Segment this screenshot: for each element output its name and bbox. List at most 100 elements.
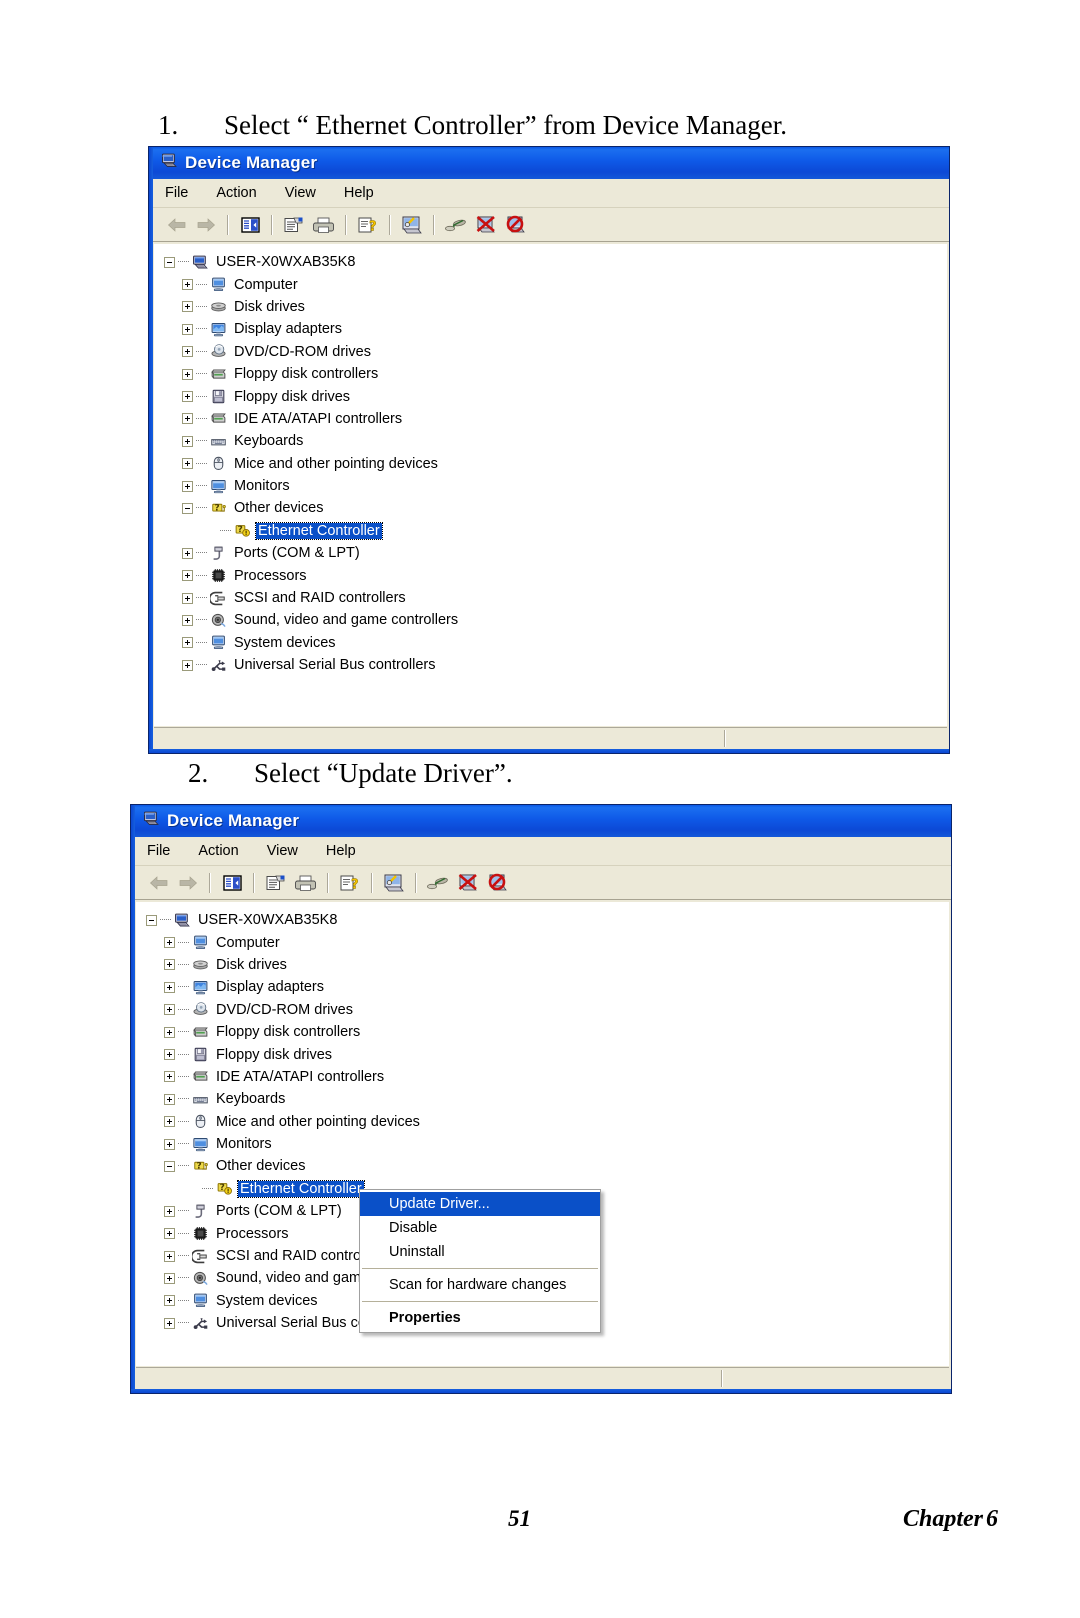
tree-item-16[interactable]: System devices — [154, 632, 947, 654]
menu-item-view[interactable]: View — [267, 843, 298, 859]
tree-item-10[interactable]: ? Other devices — [154, 497, 947, 519]
menu-item-file[interactable]: File — [165, 185, 188, 201]
tree-expander-plus[interactable] — [182, 301, 193, 313]
tree-item-5[interactable]: Floppy disk drives — [154, 385, 947, 407]
tree-expander-plus[interactable] — [164, 1228, 175, 1240]
show-hide-tree-icon[interactable] — [237, 212, 263, 238]
uninstall-device-icon[interactable] — [485, 870, 511, 896]
tree-item-6[interactable]: IDE ATA/ATAPI controllers — [136, 1066, 949, 1088]
tree-expander-plus[interactable] — [182, 547, 193, 559]
tree-expander-plus[interactable] — [182, 637, 193, 649]
uninstall-device-icon[interactable] — [503, 212, 529, 238]
context-menu-item-1[interactable]: Disable — [360, 1216, 600, 1240]
scan-hardware-icon[interactable] — [399, 212, 425, 238]
tree-item-0[interactable]: Computer — [136, 931, 949, 953]
tree-expander-plus[interactable] — [182, 570, 193, 582]
tree-expander-plus[interactable] — [164, 1071, 175, 1083]
tree-expander-plus[interactable] — [182, 614, 193, 626]
properties-icon[interactable] — [263, 870, 289, 896]
forward-arrow-icon[interactable] — [175, 870, 201, 896]
tree-item-3[interactable]: DVD/CD-ROM drives — [154, 341, 947, 363]
tree-expander-plus[interactable] — [164, 959, 175, 971]
device-manager-window-2[interactable]: Device Manager File Action View Help ? U… — [130, 804, 952, 1394]
print-icon[interactable] — [311, 212, 337, 238]
menu-item-action[interactable]: Action — [198, 843, 238, 859]
tree-expander-plus[interactable] — [164, 1004, 175, 1016]
tree-root-row[interactable]: USER-X0WXAB35K8 — [154, 251, 947, 273]
tree-item-13[interactable]: Processors — [154, 564, 947, 586]
menu-item-file[interactable]: File — [147, 843, 170, 859]
tree-expander-minus[interactable] — [164, 256, 175, 268]
print-icon[interactable] — [293, 870, 319, 896]
properties-icon[interactable] — [281, 212, 307, 238]
tree-item-0[interactable]: Computer — [154, 273, 947, 295]
tree-item-7[interactable]: Keyboards — [136, 1088, 949, 1110]
device-context-menu[interactable]: Update Driver... Disable Uninstall Scan for… — [359, 1189, 601, 1333]
tree-expander-plus[interactable] — [164, 1093, 175, 1105]
menu-item-help[interactable]: Help — [344, 185, 374, 201]
menu-bar[interactable]: File Action View Help — [153, 179, 949, 208]
tree-expander-plus[interactable] — [182, 435, 193, 447]
tree-expander-plus[interactable] — [164, 981, 175, 993]
tree-expander-plus[interactable] — [182, 279, 193, 291]
tree-item-15[interactable]: Sound, video and game controllers — [154, 609, 947, 631]
tree-item-8[interactable]: Mice and other pointing devices — [154, 453, 947, 475]
tree-item-11[interactable]: ? Ethernet Controller — [154, 520, 947, 542]
back-arrow-icon[interactable] — [145, 870, 171, 896]
tree-item-9[interactable]: Monitors — [154, 475, 947, 497]
tree-expander-plus[interactable] — [164, 1205, 175, 1217]
disable-device-icon[interactable] — [455, 870, 481, 896]
device-tree-pane-1[interactable]: USER-X0WXAB35K8 Computer Disk drives Displa… — [154, 244, 947, 726]
tree-item-5[interactable]: Floppy disk drives — [136, 1043, 949, 1065]
menu-bar[interactable]: File Action View Help — [135, 837, 951, 866]
tree-expander-plus[interactable] — [164, 1116, 175, 1128]
toolbar[interactable]: ? — [135, 866, 951, 900]
tree-item-2[interactable]: Display adapters — [154, 318, 947, 340]
tree-item-4[interactable]: Floppy disk controllers — [136, 1021, 949, 1043]
tree-expander-minus[interactable] — [164, 1160, 175, 1172]
tree-expander-plus[interactable] — [164, 1250, 175, 1262]
tree-item-2[interactable]: Display adapters — [136, 976, 949, 998]
tree-item-7[interactable]: Keyboards — [154, 430, 947, 452]
tree-item-17[interactable]: Universal Serial Bus controllers — [154, 654, 947, 676]
title-bar[interactable]: Device Manager — [153, 147, 949, 179]
menu-item-view[interactable]: View — [285, 185, 316, 201]
title-bar[interactable]: Device Manager — [135, 805, 951, 837]
help-icon[interactable]: ? — [337, 870, 363, 896]
tree-expander-plus[interactable] — [182, 480, 193, 492]
tree-item-4[interactable]: Floppy disk controllers — [154, 363, 947, 385]
tree-item-14[interactable]: SCSI and RAID controllers — [154, 587, 947, 609]
tree-item-6[interactable]: IDE ATA/ATAPI controllers — [154, 408, 947, 430]
tree-expander-plus[interactable] — [182, 346, 193, 358]
toolbar[interactable]: ? — [153, 208, 949, 242]
tree-item-8[interactable]: Mice and other pointing devices — [136, 1111, 949, 1133]
tree-expander-plus[interactable] — [164, 1272, 175, 1284]
context-menu-item-6[interactable]: Properties — [360, 1306, 600, 1330]
forward-arrow-icon[interactable] — [193, 212, 219, 238]
show-hide-tree-icon[interactable] — [219, 870, 245, 896]
tree-expander-plus[interactable] — [164, 1049, 175, 1061]
menu-item-help[interactable]: Help — [326, 843, 356, 859]
tree-item-12[interactable]: Ports (COM & LPT) — [154, 542, 947, 564]
tree-expander-plus[interactable] — [164, 937, 175, 949]
tree-expander-plus[interactable] — [164, 1317, 175, 1329]
scan-hardware-icon[interactable] — [381, 870, 407, 896]
tree-expander-plus[interactable] — [182, 458, 193, 470]
tree-root-row[interactable]: USER-X0WXAB35K8 — [136, 909, 949, 931]
menu-item-action[interactable]: Action — [216, 185, 256, 201]
tree-expander-plus[interactable] — [164, 1138, 175, 1150]
tree-expander-plus[interactable] — [182, 323, 193, 335]
update-driver-icon[interactable] — [425, 870, 451, 896]
tree-item-10[interactable]: ? Other devices — [136, 1155, 949, 1177]
disable-device-icon[interactable] — [473, 212, 499, 238]
tree-item-1[interactable]: Disk drives — [136, 954, 949, 976]
tree-expander-minus[interactable] — [182, 502, 193, 514]
tree-expander-plus[interactable] — [182, 368, 193, 380]
tree-expander-plus[interactable] — [182, 413, 193, 425]
help-icon[interactable]: ? — [355, 212, 381, 238]
device-manager-window-1[interactable]: Device Manager File Action View Help ? U… — [148, 146, 950, 754]
context-menu-item-2[interactable]: Uninstall — [360, 1240, 600, 1264]
tree-item-1[interactable]: Disk drives — [154, 296, 947, 318]
update-driver-icon[interactable] — [443, 212, 469, 238]
tree-expander-minus[interactable] — [146, 914, 157, 926]
